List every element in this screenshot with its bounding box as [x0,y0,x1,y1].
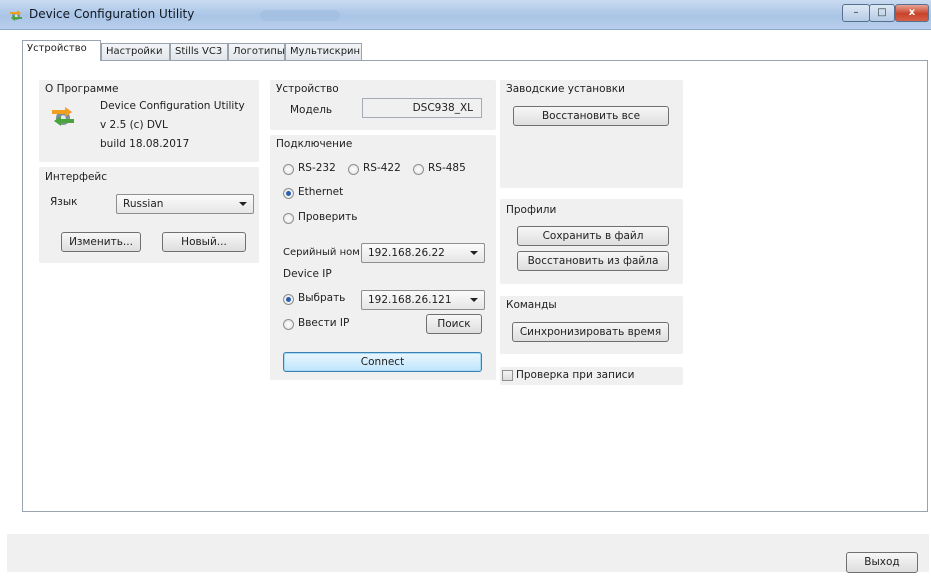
model-label: Модель [290,104,333,116]
language-label: Язык [50,196,78,208]
tab-settings[interactable]: Настройки [101,43,170,60]
connection-group: Подключение RS-232 RS-422 RS-485 Etherne… [270,135,496,380]
tab-device[interactable]: Устройство [22,40,101,61]
maximize-button[interactable]: □ [869,4,895,22]
enter-ip-label: Ввести IP [298,317,350,329]
commands-group: Команды Синхронизировать время [500,296,683,354]
profiles-group: Профили Сохранить в файл Восстановить из… [500,199,683,284]
check-radio[interactable] [283,213,294,224]
device-group: Устройство Модель DSC938_XL [270,80,496,130]
about-version: v 2.5 (c) DVL [100,119,168,131]
commands-title: Команды [506,299,557,311]
close-button[interactable]: x [895,4,929,22]
profiles-title: Профили [506,204,557,216]
ethernet-radio[interactable] [283,188,294,199]
check-label: Проверить [298,211,358,223]
rs232-label: RS-232 [298,162,336,174]
verify-on-write-label: Проверка при записи [516,369,635,381]
gear-arrows-icon [52,107,74,126]
chevron-down-icon [470,298,478,302]
device-group-title: Устройство [276,83,339,95]
select-ip-label: Выбрать [298,292,346,304]
ethernet-label: Ethernet [298,186,344,198]
model-field: DSC938_XL [362,98,482,118]
about-group-title: О Программе [45,83,119,95]
restore-from-file-button[interactable]: Восстановить из файла [517,251,669,271]
save-to-file-button[interactable]: Сохранить в файл [517,226,669,246]
tab-multiscreen[interactable]: Мультискрин [285,43,362,60]
interface-group: Интерфейс Язык Russian Изменить... Новый… [39,167,259,263]
title-bar[interactable]: Device Configuration Utility – □ x [0,0,931,30]
interface-group-title: Интерфейс [45,171,107,183]
language-select-value: Russian [123,198,164,210]
rs232-radio[interactable] [283,164,294,175]
minimize-button[interactable]: – [842,4,870,22]
tab-stills-vc3[interactable]: Stills VC3 [170,43,228,60]
enter-ip-radio[interactable] [283,319,294,330]
new-button[interactable]: Новый... [162,232,246,252]
select-ip-radio[interactable] [283,294,294,305]
verify-on-write-checkbox[interactable] [502,370,513,381]
restore-all-button[interactable]: Восстановить все [513,106,669,126]
chevron-down-icon [239,202,247,206]
application-window: Device Configuration Utility – □ x Устро… [0,0,931,577]
gear-arrows-icon [10,10,22,21]
about-group: О Программе Device Configuration Utility… [39,80,259,162]
blurred-title-region [260,10,340,21]
device-ip-select[interactable]: 192.168.26.121 [361,290,485,310]
rs485-label: RS-485 [428,162,466,174]
connection-group-title: Подключение [276,138,353,150]
serial-number-select[interactable]: 192.168.26.22 [361,243,485,263]
device-ip-label: Device IP [283,268,332,280]
serial-number-label: Серийный ном [283,247,360,258]
about-product-name: Device Configuration Utility [100,100,245,112]
language-select[interactable]: Russian [116,194,254,214]
factory-settings-title: Заводские установки [506,83,625,95]
tab-panel-device: О Программе Device Configuration Utility… [22,60,928,512]
rs485-radio[interactable] [413,164,424,175]
connect-button[interactable]: Connect [283,352,482,372]
verify-on-write-row: Проверка при записи [500,367,683,385]
change-button[interactable]: Изменить... [61,232,141,252]
chevron-down-icon [470,251,478,255]
bottom-bar: Выход [7,534,929,573]
about-build: build 18.08.2017 [100,138,190,150]
device-ip-value: 192.168.26.121 [368,294,452,306]
rs422-label: RS-422 [363,162,401,174]
exit-button[interactable]: Выход [846,552,918,573]
rs422-radio[interactable] [348,164,359,175]
sync-time-button[interactable]: Синхронизировать время [512,322,669,342]
factory-settings-group: Заводские установки Восстановить все [500,80,683,188]
window-title: Device Configuration Utility [29,7,195,21]
search-button[interactable]: Поиск [426,314,482,334]
tab-logos[interactable]: Логотипы [228,43,285,60]
serial-number-value: 192.168.26.22 [368,247,445,259]
